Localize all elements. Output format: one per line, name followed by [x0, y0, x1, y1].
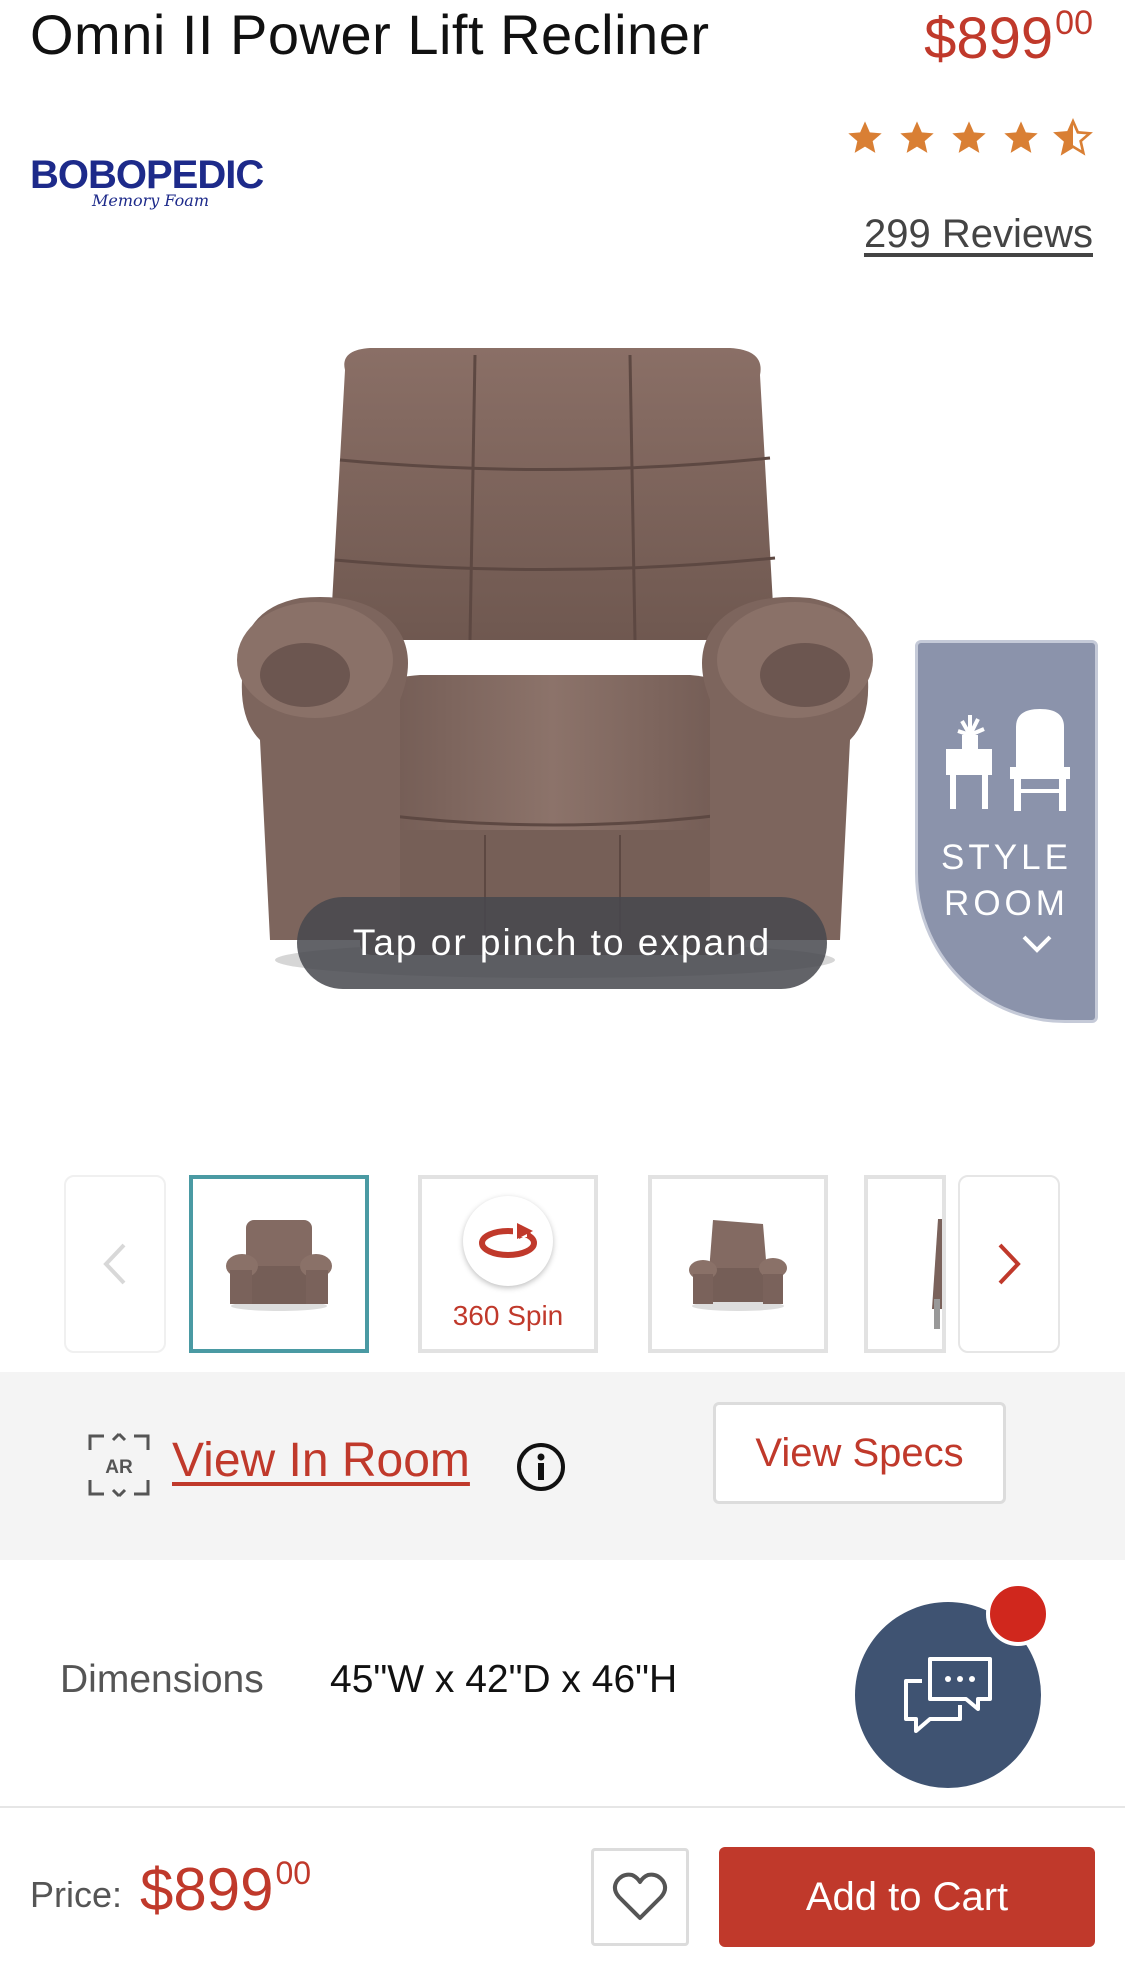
product-title: Omni II Power Lift Recliner — [30, 3, 710, 66]
spin-badge — [463, 1196, 553, 1286]
ar-icon[interactable]: AR — [86, 1432, 152, 1498]
thumbnail-360-spin[interactable]: 360 Spin — [418, 1175, 598, 1353]
chevron-right-icon — [998, 1243, 1021, 1285]
add-to-cart-button[interactable]: Add to Cart — [719, 1847, 1095, 1947]
brand-tagline: Memory Foam — [92, 191, 209, 210]
view-in-room-link[interactable]: View In Room — [172, 1433, 470, 1488]
star-full-icon — [952, 121, 986, 153]
bottom-price: $89900 — [140, 1855, 311, 1924]
price-cents: 00 — [1055, 4, 1093, 42]
brand-name: BOBOPEDIC — [30, 153, 264, 197]
rating-stars[interactable] — [845, 118, 1093, 158]
star-full-icon — [900, 121, 934, 153]
brand-logo[interactable]: BOBOPEDIC Memory Foam — [30, 153, 264, 225]
price-dollars: $899 — [140, 1856, 274, 1923]
svg-text:AR: AR — [105, 1457, 133, 1478]
reviews-link[interactable]: 299 Reviews — [864, 212, 1093, 257]
rotate-360-icon — [479, 1223, 537, 1258]
info-icon[interactable] — [516, 1442, 566, 1492]
price-dollars: $899 — [924, 6, 1054, 71]
dimensions-value: 45"W x 42"D x 46"H — [330, 1658, 678, 1701]
expand-hint[interactable]: Tap or pinch to expand — [297, 897, 827, 989]
thumbnail-image — [226, 1220, 332, 1311]
chevron-down-icon — [1022, 935, 1051, 953]
thumbnail-angle[interactable] — [648, 1175, 828, 1353]
thumbnail-prev-button[interactable] — [64, 1175, 166, 1353]
furniture-icon — [945, 709, 1070, 811]
thumbnail-next-button[interactable] — [958, 1175, 1060, 1353]
favorite-button[interactable] — [591, 1848, 689, 1946]
style-room-label: STYLE ROOM — [941, 838, 1072, 923]
price-label: Price: — [30, 1874, 123, 1915]
thumbnail-front[interactable] — [189, 1175, 369, 1353]
thumbnail-image — [689, 1220, 787, 1311]
dimensions-label: Dimensions — [60, 1658, 264, 1701]
thumbnail-image — [932, 1219, 942, 1329]
chat-icon — [904, 1657, 992, 1733]
star-full-icon — [848, 121, 882, 153]
thumbnail-side[interactable] — [864, 1175, 946, 1353]
divider — [0, 1806, 1125, 1808]
heart-icon — [612, 1872, 668, 1920]
price-cents: 00 — [275, 1855, 312, 1891]
notification-badge — [986, 1582, 1050, 1646]
spin-label: 360 Spin — [452, 1300, 564, 1331]
product-price: $89900 — [924, 4, 1093, 72]
star-full-icon — [1004, 121, 1038, 153]
star-half-icon — [1053, 118, 1093, 156]
view-specs-button[interactable]: View Specs — [713, 1402, 1006, 1504]
chevron-left-icon — [103, 1243, 126, 1285]
style-room-tab[interactable]: STYLE ROOM — [915, 640, 1098, 1023]
